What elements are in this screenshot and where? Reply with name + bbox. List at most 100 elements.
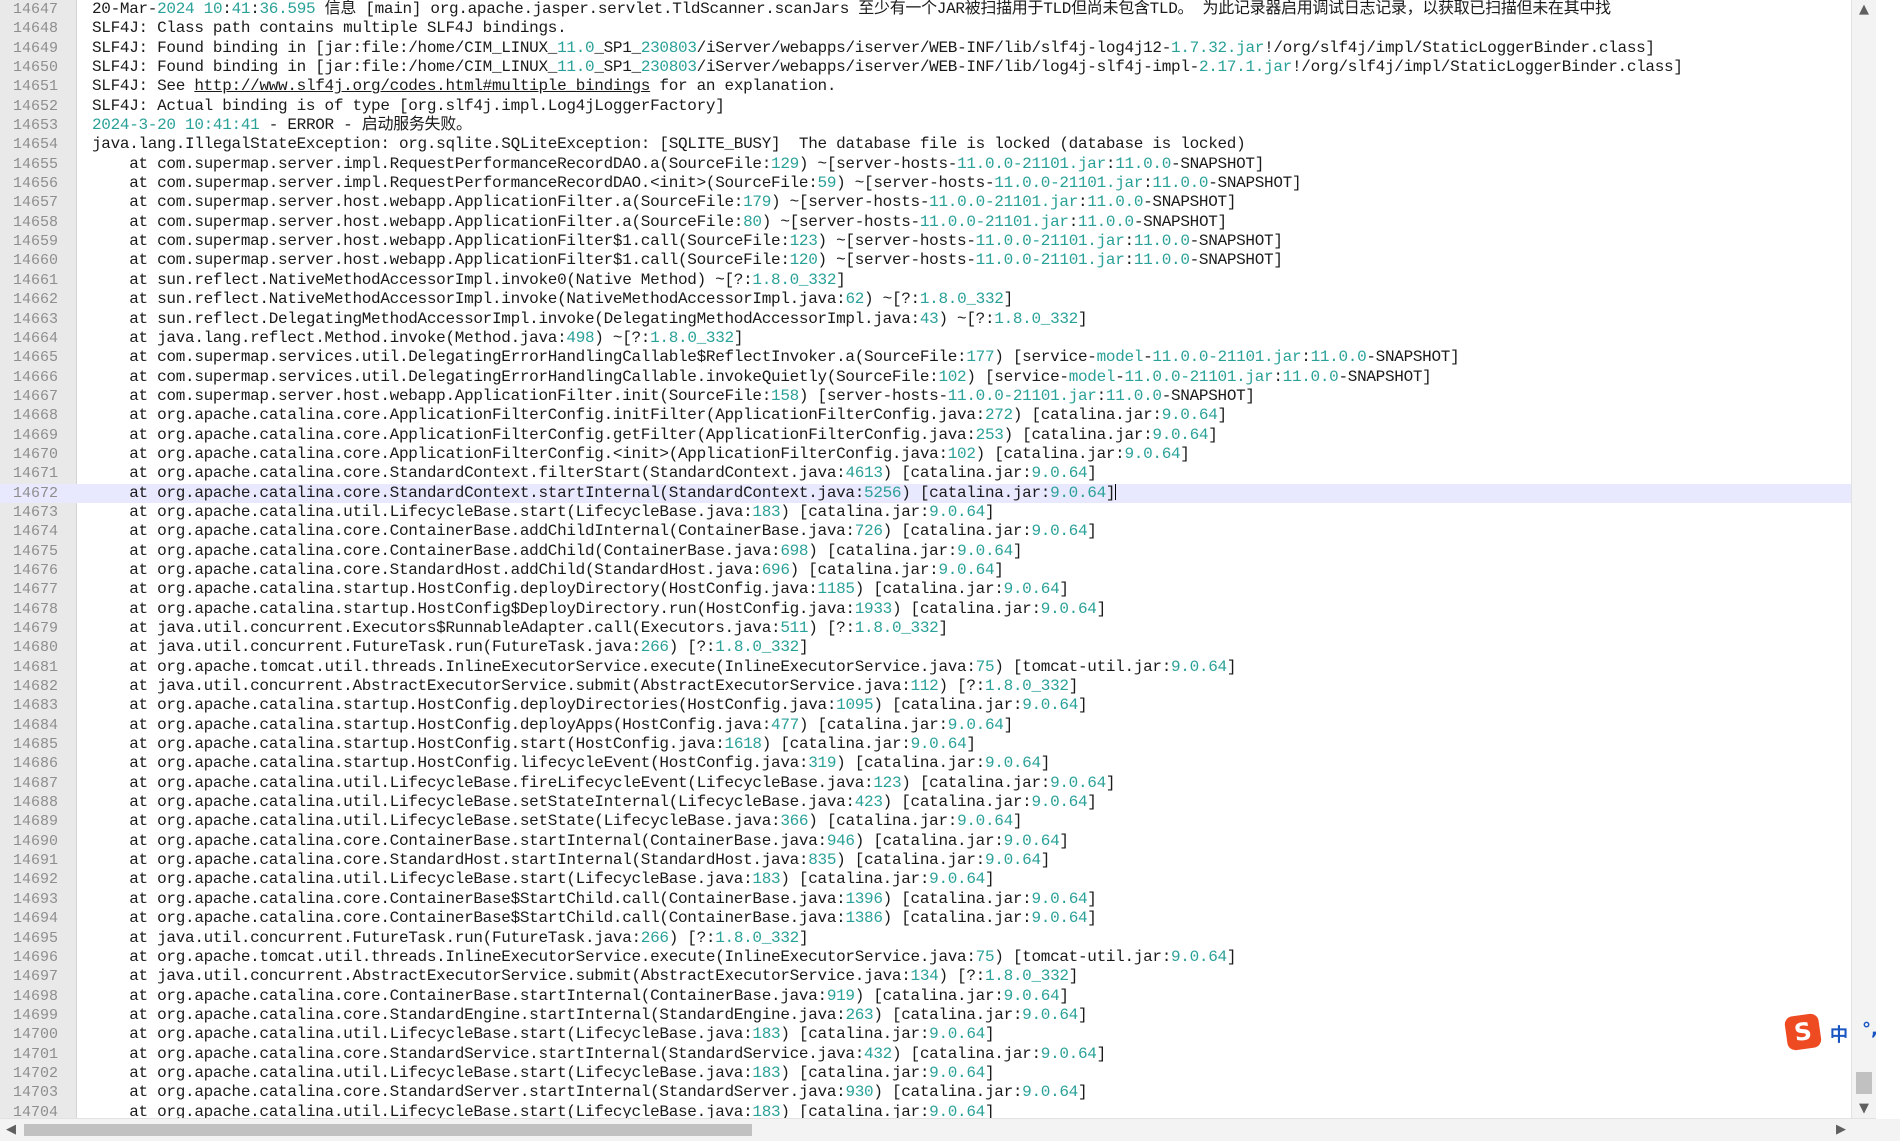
log-line[interactable]: 14655 at com.supermap.server.impl.Reques… [0,155,1876,174]
log-line[interactable]: 14695 at java.util.concurrent.FutureTask… [0,929,1876,948]
log-line[interactable]: 14696 at org.apache.tomcat.util.threads.… [0,948,1876,967]
log-line[interactable]: 14698 at org.apache.catalina.core.Contai… [0,987,1876,1006]
log-line[interactable]: 14647 20-Mar-2024 10:41:36.595 信息 [main] … [0,0,1876,19]
log-line[interactable]: 14657 at com.supermap.server.host.webapp… [0,193,1876,212]
log-text-token: ) [catalina.jar: [882,464,1032,483]
log-line[interactable]: 14692 at org.apache.catalina.util.Lifecy… [0,870,1876,889]
log-line[interactable]: 14671 at org.apache.catalina.core.Standa… [0,464,1876,483]
log-number-token: 263 [845,1005,874,1024]
log-line[interactable]: 14689 at org.apache.catalina.util.Lifecy… [0,812,1876,831]
log-line[interactable]: 14649 SLF4J: Found binding in [jar:file:/… [0,39,1876,58]
log-number-token: 1.8.0_332 [994,309,1078,328]
log-line[interactable]: 14678 at org.apache.catalina.startup.Hos… [0,600,1876,619]
log-line[interactable]: 14672 at org.apache.catalina.core.Standa… [0,483,1876,503]
log-number-token: 11.0.0-21101.jar [1124,367,1274,386]
log-line[interactable]: 14683 at org.apache.catalina.startup.Hos… [0,696,1876,715]
log-line[interactable]: 14702 at org.apache.catalina.util.Lifecy… [0,1064,1876,1083]
log-line[interactable]: 14690 at org.apache.catalina.core.Contai… [0,832,1876,851]
log-line[interactable]: 14701 at org.apache.catalina.core.Standa… [0,1045,1876,1064]
sogou-logo-icon[interactable]: S [1783,1012,1823,1052]
log-line[interactable]: 14648 SLF4J: Class path contains multiple… [0,19,1876,38]
log-number-token: 253 [975,425,1004,444]
log-text-token: ) ~[server-hosts- [798,154,958,173]
line-number: 14678 [12,600,58,618]
log-line[interactable]: 14653 2024-3-20 10:41:41 - ERROR - 启动服务失败… [0,116,1876,135]
log-text-token: ) ~[server-hosts- [817,251,976,270]
log-line[interactable]: 14699 at org.apache.catalina.core.Standa… [0,1006,1876,1025]
log-line[interactable]: 14693 at org.apache.catalina.core.Contai… [0,890,1876,909]
log-line[interactable]: 14654 java.lang.IllegalStateException: or… [0,135,1876,154]
log-line[interactable]: 14665 at com.supermap.services.util.Dele… [0,348,1876,367]
log-line[interactable]: 14694 at org.apache.catalina.core.Contai… [0,909,1876,928]
log-line[interactable]: 14684 at org.apache.catalina.startup.Hos… [0,716,1876,735]
log-line[interactable]: 14669 at org.apache.catalina.core.Applic… [0,426,1876,445]
log-line[interactable]: 14704 at org.apache.catalina.util.Lifecy… [0,1103,1876,1119]
log-line[interactable]: 14666 at com.supermap.services.util.Dele… [0,368,1876,387]
log-line[interactable]: 14680 at java.util.concurrent.FutureTask… [0,638,1876,657]
scroll-down-icon[interactable]: ▼ [1852,1099,1876,1119]
log-text-token: -SNAPSHOT] [1171,154,1265,173]
log-line[interactable]: 14691 at org.apache.catalina.core.Standa… [0,851,1876,870]
log-line[interactable]: 14674 at org.apache.catalina.core.Contai… [0,522,1876,541]
line-number: 14680 [12,639,58,657]
log-line[interactable]: 14676 at org.apache.catalina.core.Standa… [0,561,1876,580]
line-number: 14647 [12,1,58,18]
log-number-token: 835 [808,851,837,870]
log-line[interactable]: 14670 at org.apache.catalina.core.Applic… [0,445,1876,464]
vertical-scrollbar[interactable]: ▲ ▼ [1851,0,1876,1119]
vertical-scroll-thumb[interactable] [1856,1072,1872,1094]
log-line[interactable]: 14650 SLF4J: Found binding in [jar:file:/… [0,58,1876,77]
log-line[interactable]: 14667 at com.supermap.server.host.webapp… [0,387,1876,406]
line-text: at org.apache.catalina.startup.HostConfi… [92,696,1087,715]
line-text: at org.apache.catalina.core.ContainerBas… [92,542,1022,561]
log-lines[interactable]: 14647 20-Mar-2024 10:41:36.595 信息 [main] … [0,0,1876,1119]
log-line[interactable]: 14687 at org.apache.catalina.util.Lifecy… [0,774,1876,793]
log-line[interactable]: 14686 at org.apache.catalina.startup.Hos… [0,754,1876,773]
ime-language-toggle[interactable]: 中 [1830,1021,1848,1047]
log-line[interactable]: 14659 at com.supermap.server.host.webapp… [0,232,1876,251]
log-text-token: ) ~[server-hosts- [817,232,976,251]
scroll-up-icon[interactable]: ▲ [1852,0,1876,20]
log-line[interactable]: 14675 at org.apache.catalina.core.Contai… [0,542,1876,561]
log-line[interactable]: 14677 at org.apache.catalina.startup.Hos… [0,580,1876,599]
log-line[interactable]: 14651 SLF4J: See http://www.slf4j.org/cod… [0,77,1876,96]
log-line[interactable]: 14679 at java.util.concurrent.Executors$… [0,619,1876,638]
line-text: at com.supermap.server.host.webapp.Appli… [92,232,1283,251]
log-line[interactable]: 14682 at java.util.concurrent.AbstractEx… [0,677,1876,696]
log-line[interactable]: 14681 at org.apache.tomcat.util.threads.… [0,658,1876,677]
log-line[interactable]: 14673 at org.apache.catalina.util.Lifecy… [0,503,1876,522]
log-line[interactable]: 14685 at org.apache.catalina.startup.Hos… [0,735,1876,754]
log-line[interactable]: 14664 at java.lang.reflect.Method.invoke… [0,329,1876,348]
log-editor[interactable]: 14647 20-Mar-2024 10:41:36.595 信息 [main] … [0,0,1876,1119]
line-text: at org.apache.catalina.core.ContainerBas… [92,890,1097,909]
scroll-right-icon[interactable]: ▶ [1830,1119,1852,1141]
log-number-token: 10 [203,0,223,18]
log-line[interactable]: 14662 at sun.reflect.NativeMethodAccesso… [0,290,1876,309]
log-line[interactable]: 14663 at sun.reflect.DelegatingMethodAcc… [0,310,1876,329]
horizontal-scroll-thumb[interactable] [24,1124,752,1136]
log-line[interactable]: 14652 SLF4J: Actual binding is of type [o… [0,97,1876,116]
log-line[interactable]: 14700 at org.apache.catalina.util.Lifecy… [0,1025,1876,1044]
line-text: at org.apache.catalina.core.ContainerBas… [92,832,1069,851]
log-line[interactable]: 14703 at org.apache.catalina.core.Standa… [0,1083,1876,1102]
ime-toolbar[interactable]: S 中 °, [1783,1012,1900,1052]
log-line[interactable]: 14668 at org.apache.catalina.core.Applic… [0,406,1876,425]
log-line[interactable]: 14697 at java.util.concurrent.AbstractEx… [0,967,1876,986]
log-number-token: 1095 [836,696,874,715]
log-line[interactable]: 14656 at com.supermap.server.impl.Reques… [0,174,1876,193]
log-text-token: at org.apache.catalina.core.ApplicationF… [92,425,976,444]
log-text-token: !/org/slf4j/impl/StaticLoggerBinder.clas… [1291,58,1683,77]
scroll-left-icon[interactable]: ◀ [0,1119,22,1141]
log-line[interactable]: 14688 at org.apache.catalina.util.Lifecy… [0,793,1876,812]
log-text-token: ) [tomcat-util.jar: [994,657,1171,676]
log-line[interactable]: 14661 at sun.reflect.NativeMethodAccesso… [0,271,1876,290]
log-link[interactable]: http://www.slf4j.org/codes.html#multiple… [194,77,650,95]
log-line[interactable]: 14658 at com.supermap.server.host.webapp… [0,213,1876,232]
horizontal-scrollbar[interactable]: ◀ ▶ [0,1118,1876,1141]
log-number-token: 9.0.64 [1040,1044,1097,1063]
log-text-token: ] [984,502,995,521]
ime-punctuation-toggle[interactable]: °, [1862,1019,1878,1040]
log-line[interactable]: 14660 at com.supermap.server.host.webapp… [0,251,1876,270]
line-number: 14668 [12,407,58,425]
log-number-token: 41 [231,0,251,18]
